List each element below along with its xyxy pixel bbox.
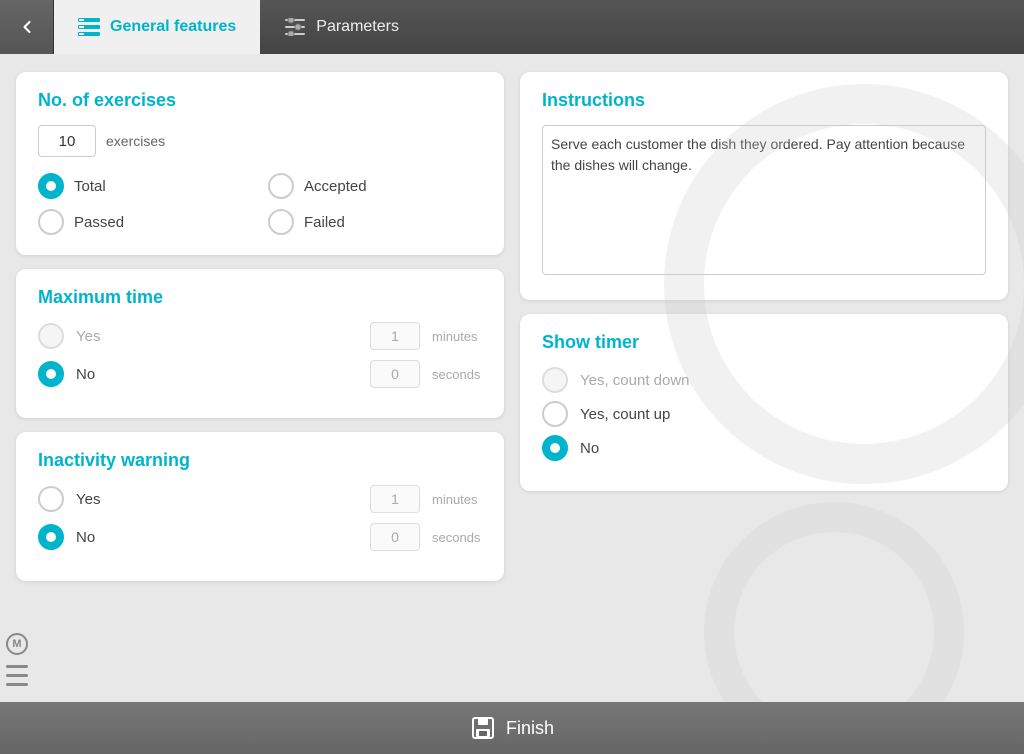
max-time-seconds-input[interactable] [370,360,420,388]
tab-general-features[interactable]: General features [54,0,260,54]
max-time-seconds-label: seconds [432,367,482,382]
tab-general-label: General features [110,18,236,36]
radio-max-time-no[interactable] [38,361,64,387]
instructions-card: Instructions Serve each customer the dis… [520,72,1008,300]
max-time-yes-row: Yes minutes [38,322,482,350]
tab-params-label: Parameters [316,18,399,36]
max-time-no-row: No seconds [38,360,482,388]
radio-total[interactable] [38,173,64,199]
max-time-no-label: No [76,366,95,383]
max-time-minutes-input[interactable] [370,322,420,350]
finish-button[interactable]: Finish [470,715,554,741]
inactivity-yes-label: Yes [76,491,100,508]
exercises-unit-label: exercises [106,133,165,149]
instructions-title: Instructions [542,90,986,111]
radio-timer-no[interactable] [542,435,568,461]
radio-passed[interactable] [38,209,64,235]
max-time-yes-label: Yes [76,328,100,345]
inactivity-title: Inactivity warning [38,450,482,471]
radio-count-up[interactable] [542,401,568,427]
left-sidebar: M [0,625,34,694]
radio-accepted[interactable] [268,173,294,199]
back-button[interactable] [0,0,54,54]
radio-total-label: Total [74,178,106,195]
max-time-minutes-label: minutes [432,329,482,344]
left-column: No. of exercises exercises Total Accepte… [16,72,504,684]
tab-parameters[interactable]: Parameters [260,0,423,54]
count-down-label: Yes, count down [580,372,690,389]
radio-row-failed[interactable]: Failed [268,209,482,235]
radio-failed-label: Failed [304,214,345,231]
sidebar-line-3 [6,683,28,686]
inactivity-card: Inactivity warning Yes minutes No second… [16,432,504,581]
inactivity-seconds-input[interactable] [370,523,420,551]
exercises-card: No. of exercises exercises Total Accepte… [16,72,504,255]
finish-label: Finish [506,718,554,739]
radio-failed[interactable] [268,209,294,235]
exercises-value-input[interactable] [38,125,96,157]
timer-count-down-row: Yes, count down [542,367,986,393]
radio-row-passed[interactable]: Passed [38,209,252,235]
radio-accepted-label: Accepted [304,178,367,195]
count-up-label: Yes, count up [580,406,670,423]
radio-count-down[interactable] [542,367,568,393]
instructions-textarea[interactable]: Serve each customer the dish they ordere… [542,125,986,275]
general-features-icon [78,16,100,38]
show-timer-card: Show timer Yes, count down Yes, count up… [520,314,1008,491]
inactivity-yes-row: Yes minutes [38,485,482,513]
sidebar-m-icon[interactable]: M [6,633,28,655]
radio-row-total[interactable]: Total [38,173,252,199]
max-time-card: Maximum time Yes minutes No seconds [16,269,504,418]
inactivity-minutes-input[interactable] [370,485,420,513]
radio-inactivity-yes[interactable] [38,486,64,512]
inactivity-seconds-label: seconds [432,530,482,545]
max-time-title: Maximum time [38,287,482,308]
sidebar-line-1 [6,665,28,668]
timer-count-up-row: Yes, count up [542,401,986,427]
timer-no-label: No [580,440,599,457]
radio-max-time-yes[interactable] [38,323,64,349]
radio-inactivity-no[interactable] [38,524,64,550]
inactivity-no-label: No [76,529,95,546]
exercises-input-row: exercises [38,125,482,157]
top-nav: General features Parameters [0,0,1024,54]
back-arrow-icon [17,17,37,37]
bottom-bar: Finish [0,702,1024,754]
radio-passed-label: Passed [74,214,124,231]
exercises-radio-grid: Total Accepted Passed Failed [38,173,482,235]
radio-row-accepted[interactable]: Accepted [268,173,482,199]
parameters-icon [284,16,306,38]
sidebar-line-2 [6,674,28,677]
right-column: Instructions Serve each customer the dis… [520,72,1008,684]
finish-save-icon [470,715,496,741]
inactivity-no-row: No seconds [38,523,482,551]
exercises-title: No. of exercises [38,90,482,111]
timer-no-row: No [542,435,986,461]
inactivity-minutes-label: minutes [432,492,482,507]
main-content: No. of exercises exercises Total Accepte… [0,54,1024,702]
show-timer-title: Show timer [542,332,986,353]
